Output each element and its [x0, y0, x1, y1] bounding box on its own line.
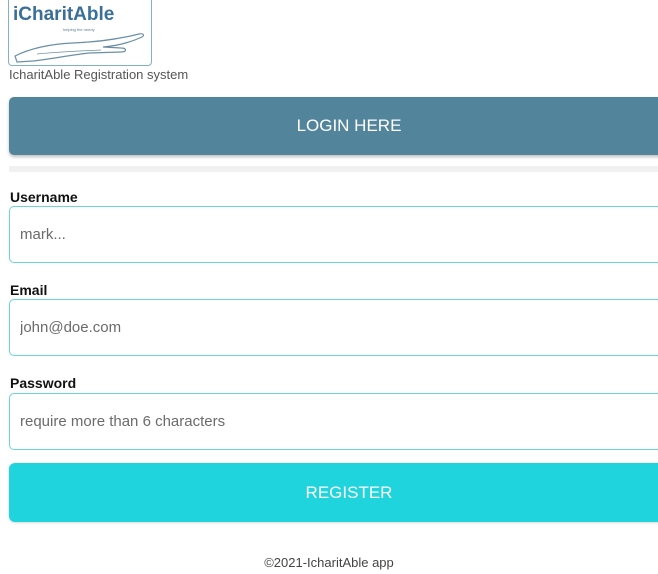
icharitable-logo: iCharitAble helping the needy [8, 0, 152, 66]
login-here-label: LOGIN HERE [296, 116, 402, 135]
section-divider [9, 166, 658, 172]
registration-page: iCharitAble helping the needy IcharitAbl… [0, 0, 658, 574]
password-input[interactable] [9, 393, 658, 450]
app-subtitle: IcharitAble Registration system [9, 67, 189, 82]
open-hand-icon [14, 33, 145, 63]
login-here-button[interactable]: LOGIN HERE [9, 97, 658, 155]
footer-copyright: ©2021-IcharitAble app [264, 555, 394, 570]
username-label: Username [10, 189, 78, 205]
username-input[interactable] [9, 206, 658, 263]
email-input[interactable] [9, 299, 658, 356]
password-label: Password [10, 375, 77, 391]
register-button[interactable]: REGISTER [9, 463, 658, 522]
email-label: Email [10, 282, 48, 298]
logo-wordmark: iCharitAble [13, 4, 115, 25]
